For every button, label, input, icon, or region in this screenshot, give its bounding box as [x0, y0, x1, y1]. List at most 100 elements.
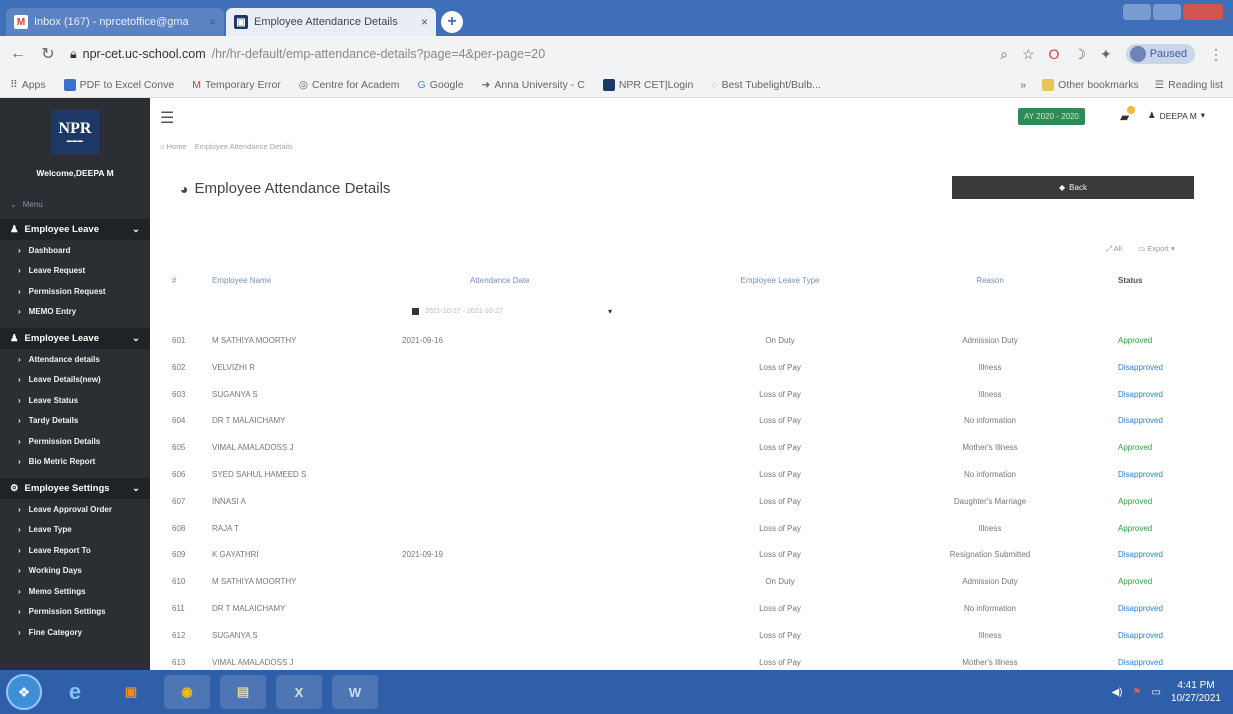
sidebar-group-employee-settings[interactable]: ⚙ Employee Settings ⌄ — [0, 478, 150, 499]
minimize-button[interactable] — [1123, 4, 1151, 20]
sidebar-item-leave-type[interactable]: › Leave Type — [0, 520, 150, 541]
arrow-icon: ➜ — [481, 78, 491, 91]
chrome-icon[interactable]: ◉ — [164, 675, 210, 709]
col-header-type[interactable]: Employee Leave Type — [710, 276, 850, 285]
network-icon[interactable]: ▭ — [1151, 687, 1160, 698]
hamburger-menu-icon[interactable]: ☰ — [160, 108, 174, 128]
star-icon[interactable]: ☆ — [1022, 46, 1035, 63]
academic-year-badge[interactable]: AY 2020 - 2020 — [1018, 108, 1085, 125]
sidebar-item-fine-category[interactable]: › Fine Category — [0, 622, 150, 643]
clock[interactable]: 4:41 PM 10/27/2021 — [1171, 679, 1221, 705]
employee-name: VIMAL AMALADOSS J — [212, 657, 294, 667]
bookmark-tubelight[interactable]: ◌ Best Tubelight/Bulb... — [711, 79, 820, 91]
sidebar-group-employee-leave[interactable]: ♟ Employee Leave ⌄ — [0, 219, 150, 240]
table-row[interactable]: 607 INNASI A Loss of Pay Daughter's Marriag… — [150, 497, 1233, 524]
reason: Resignation Submitted — [949, 550, 1031, 560]
notification-bell-icon[interactable]: ▰ — [1120, 106, 1135, 124]
sidebar-item-permission-settings[interactable]: › Permission Settings — [0, 602, 150, 623]
kebab-menu-icon[interactable]: ⋮ — [1209, 46, 1223, 63]
sidebar-item-attendance-details[interactable]: › Attendance details — [0, 349, 150, 370]
zoom-icon[interactable]: ⌕ — [1000, 46, 1008, 63]
sidebar-item-bio-metric-report[interactable]: › Bio Metric Report — [0, 452, 150, 473]
row-number: 611 — [172, 603, 185, 613]
breadcrumb-home[interactable]: ⌂ Home — [160, 142, 187, 151]
chevron-right-icon: › — [18, 416, 21, 426]
flag-icon[interactable]: ⚑ — [1133, 687, 1142, 698]
sidebar-item-dashboard[interactable]: › Dashboard — [0, 240, 150, 261]
chevron-right-icon: › — [18, 457, 21, 467]
table-row[interactable]: 606 SYED SAHUL HAMEED S Loss of Pay No info… — [150, 470, 1233, 497]
user-menu[interactable]: ♟ DEEPA M ▾ — [1148, 110, 1205, 121]
close-icon[interactable]: × — [421, 15, 428, 29]
opera-icon[interactable]: O — [1049, 46, 1060, 62]
sidebar-group-employee-leave-2[interactable]: ♟ Employee Leave ⌄ — [0, 328, 150, 349]
bookmark-apps[interactable]: ⠿ Apps — [10, 79, 46, 91]
col-header-reason[interactable]: Reason — [915, 276, 1065, 285]
table-header: # Employee Name Attendance Date Employee… — [150, 276, 1233, 290]
bookmark-temporary-error[interactable]: M Temporary Error — [192, 79, 281, 91]
sidebar-item-memo-entry[interactable]: › MEMO Entry — [0, 302, 150, 323]
sidebar-item-leave-report-to[interactable]: › Leave Report To — [0, 540, 150, 561]
sidebar-item-leave-request[interactable]: › Leave Request — [0, 261, 150, 282]
word-icon[interactable]: W — [332, 675, 378, 709]
puzzle-icon[interactable]: ✦ — [1100, 46, 1112, 63]
media-player-icon[interactable]: ▣ — [108, 675, 154, 709]
extension-icon[interactable]: ☽ — [1073, 46, 1086, 63]
volume-icon[interactable]: ◀) — [1111, 687, 1122, 698]
sidebar-item-memo-settings[interactable]: › Memo Settings — [0, 581, 150, 602]
reload-icon[interactable]: ↻ — [40, 44, 56, 64]
sidebar-item-leave-approval-order[interactable]: › Leave Approval Order — [0, 499, 150, 520]
npr-logo: NPR ▬▬▬ — [51, 110, 99, 154]
profile-paused-button[interactable]: Paused — [1125, 44, 1195, 64]
col-header-date[interactable]: Attendance Date — [470, 276, 530, 285]
col-header-status[interactable]: Status — [1118, 276, 1142, 285]
bookmark-pdf-excel[interactable]: PDF to Excel Conve — [63, 78, 174, 91]
table-row[interactable]: 601 M SATHIYA MOORTHY 2021-09-16 On Duty Adm… — [150, 336, 1233, 363]
tab-employee-attendance[interactable]: ▣ Employee Attendance Details × — [226, 8, 436, 36]
ie-icon[interactable]: e — [52, 675, 98, 709]
close-icon[interactable]: × — [209, 15, 216, 29]
export-button[interactable]: ▭ Export ▾ — [1138, 244, 1175, 254]
table-row[interactable]: 603 SUGANYA S Loss of Pay Illness Disapprove… — [150, 390, 1233, 417]
back-button[interactable]: ◆ Back — [952, 176, 1194, 199]
back-arrow-icon[interactable]: ← — [10, 45, 26, 63]
menu-toggle[interactable]: ⌄ Menu — [0, 178, 150, 213]
table-row[interactable]: 610 M SATHIYA MOORTHY On Duty Admission Dut… — [150, 577, 1233, 604]
reading-list[interactable]: ☰ Reading list — [1155, 79, 1223, 91]
maximize-button[interactable] — [1153, 4, 1181, 20]
window-close-button[interactable] — [1183, 4, 1223, 20]
start-button[interactable]: ❖ — [6, 674, 42, 710]
show-all-button[interactable]: ⤢ All — [1106, 244, 1122, 254]
main-content: ☰ AY 2020 - 2020 ▰ ♟ DEEPA M ▾ ⌂ Home Empl… — [150, 98, 1233, 670]
col-header-name[interactable]: Employee Name — [212, 276, 271, 285]
url-field[interactable]: 🔒︎ npr-cet.uc-school.com/hr/hr-default/e… — [70, 47, 986, 62]
sidebar-item-leave-status[interactable]: › Leave Status — [0, 390, 150, 411]
table-row[interactable]: 608 RAJA T Loss of Pay Illness Approved — [150, 524, 1233, 551]
bookmark-npr-cet[interactable]: NPR CET|Login — [602, 78, 693, 91]
sidebar-item-leave-details-new[interactable]: › Leave Details(new) — [0, 370, 150, 391]
bookmark-centre[interactable]: ◎ Centre for Academ — [299, 79, 400, 91]
col-header-no[interactable]: # — [172, 276, 176, 285]
explorer-icon[interactable]: ▤ — [220, 675, 266, 709]
bookmark-google[interactable]: G Google — [418, 79, 464, 91]
sidebar-item-tardy-details[interactable]: › Tardy Details — [0, 411, 150, 432]
date-range-filter[interactable]: 2021-10-27 - 2021-10-27 ▾ — [412, 305, 612, 317]
table-row[interactable]: 605 VIMAL AMALADOSS J Loss of Pay Mother's … — [150, 443, 1233, 470]
table-row[interactable]: 613 VIMAL AMALADOSS J Loss of Pay Mother's … — [150, 658, 1233, 670]
back-label: Back — [1069, 183, 1087, 192]
tab-inbox[interactable]: M Inbox (167) - nprcetoffice@gma × — [6, 8, 224, 36]
table-row[interactable]: 612 SUGANYA S Loss of Pay Illness Disapprove… — [150, 631, 1233, 658]
bookmark-anna-university[interactable]: ➜ Anna University - C — [482, 79, 585, 91]
more-bookmarks-button[interactable]: » — [1020, 79, 1026, 91]
table-row[interactable]: 611 DR T MALAICHAMY Loss of Pay No informat… — [150, 604, 1233, 631]
excel-icon[interactable]: X — [276, 675, 322, 709]
table-row[interactable]: 609 K GAYATHRI 2021-09-19 Loss of Pay Resign… — [150, 550, 1233, 577]
chevron-down-icon: ⌄ — [132, 224, 140, 235]
sidebar-item-working-days[interactable]: › Working Days — [0, 561, 150, 582]
table-row[interactable]: 604 DR T MALAICHAMY Loss of Pay No informat… — [150, 416, 1233, 443]
other-bookmarks[interactable]: Other bookmarks — [1042, 78, 1139, 91]
sidebar-item-permission-request[interactable]: › Permission Request — [0, 281, 150, 302]
new-tab-button[interactable]: + — [441, 11, 463, 33]
table-row[interactable]: 602 VELVIZHI R Loss of Pay Illness Disapprov… — [150, 363, 1233, 390]
sidebar-item-permission-details[interactable]: › Permission Details — [0, 431, 150, 452]
